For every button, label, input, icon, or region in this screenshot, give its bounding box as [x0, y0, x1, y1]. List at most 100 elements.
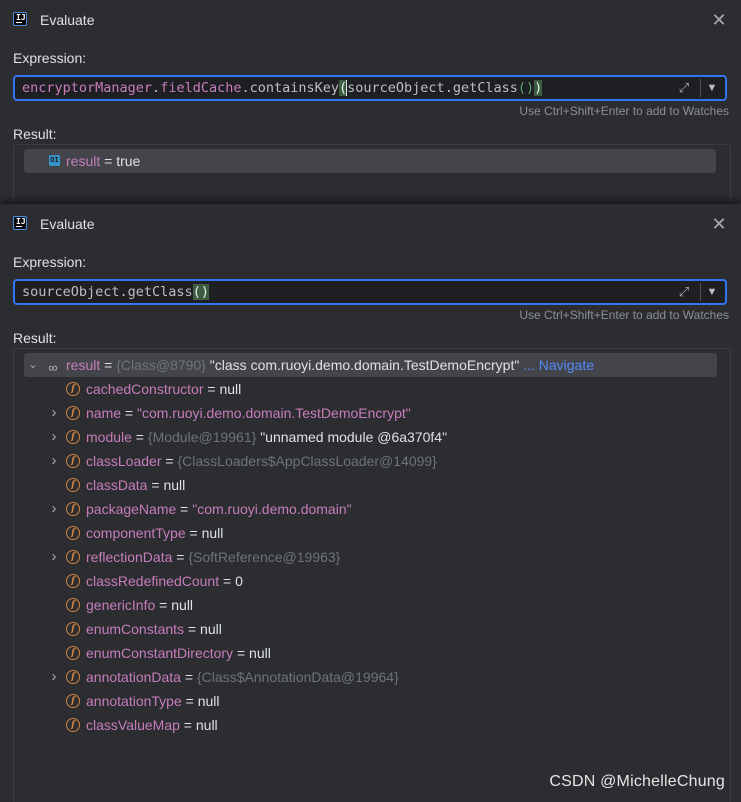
chevron-right-icon[interactable]: ›: [48, 497, 60, 521]
field-icon: f: [66, 406, 80, 420]
history-dropdown-icon[interactable]: ▼: [702, 282, 722, 302]
equals-sign: =: [172, 549, 189, 565]
field-icon: f: [66, 574, 80, 588]
result-tree[interactable]: ⌄ ∞ result = {Class@8790} "class com.ruo…: [13, 348, 731, 802]
equals-sign: =: [161, 453, 178, 469]
field-entry: cachedConstructor = null: [86, 377, 241, 401]
chevron-right-icon[interactable]: ›: [48, 665, 60, 689]
field-icon: f: [66, 550, 80, 564]
field-icon: f: [66, 646, 80, 660]
tree-row-field[interactable]: › f name = "com.ruoyi.demo.domain.TestDemo…: [24, 401, 717, 425]
field-name: componentType: [86, 525, 186, 541]
field-entry: componentType = null: [86, 521, 223, 545]
tree-row-field[interactable]: f classData = null: [24, 473, 717, 497]
close-icon[interactable]: ✕: [709, 214, 729, 234]
chevron-right-icon[interactable]: ›: [48, 425, 60, 449]
field-icon: f: [66, 694, 80, 708]
field-entry: reflectionData = {SoftReference@19963}: [86, 545, 340, 569]
expression-input[interactable]: sourceObject.getClass() ⤢ ▼: [13, 279, 727, 305]
tree-row-field[interactable]: › f packageName = "com.ruoyi.demo.domain": [24, 497, 717, 521]
expression-input[interactable]: encryptorManager.fieldCache.containsKey(…: [13, 75, 727, 101]
expression-label: Expression:: [13, 50, 87, 66]
field-entry: classLoader = {ClassLoaders$AppClassLoad…: [86, 449, 437, 473]
tree-row-result[interactable]: OI result = true: [24, 149, 716, 173]
tree-row-field[interactable]: › f module = {Module@19961} "unnamed modul…: [24, 425, 717, 449]
field-name: classValueMap: [86, 717, 180, 733]
watches-hint: Use Ctrl+Shift+Enter to add to Watches: [519, 308, 729, 322]
field-entry: classRedefinedCount = 0: [86, 569, 243, 593]
watermark: CSDN @MichelleChung: [549, 773, 725, 790]
equals-sign: =: [176, 501, 193, 517]
tree-row-field[interactable]: › f classLoader = {ClassLoaders$AppClassLo…: [24, 449, 717, 473]
dialog-title: Evaluate: [40, 12, 95, 28]
evaluate-dialog-1: IJ Evaluate ✕ Expression: encryptorManag…: [0, 0, 741, 205]
chevron-right-icon[interactable]: ›: [48, 449, 60, 473]
field-name: reflectionData: [86, 549, 173, 565]
title-bar: IJ Evaluate ✕: [0, 204, 741, 246]
intellij-app-icon: IJ: [13, 12, 27, 26]
tree-row-field[interactable]: f componentType = null: [24, 521, 717, 545]
result-tree[interactable]: OI result = true: [13, 144, 731, 205]
field-icon: f: [66, 526, 80, 540]
equals-sign: =: [180, 669, 197, 685]
result-label: Result:: [13, 330, 57, 346]
equals-sign: =: [185, 525, 202, 541]
field-value: "unnamed module @6a370f4": [256, 429, 448, 445]
close-icon[interactable]: ✕: [709, 10, 729, 30]
tree-row-field[interactable]: f annotationType = null: [24, 689, 717, 713]
field-value: null: [171, 597, 194, 613]
field-icon: f: [66, 478, 80, 492]
tree-row-field[interactable]: f classRedefinedCount = 0: [24, 569, 717, 593]
tree-row-field[interactable]: › f reflectionData = {SoftReference@19963}: [24, 545, 717, 569]
chevron-down-icon[interactable]: ⌄: [27, 353, 39, 377]
field-name: cachedConstructor: [86, 381, 204, 397]
field-name: enumConstantDirectory: [86, 645, 234, 661]
watches-hint: Use Ctrl+Shift+Enter to add to Watches: [519, 104, 729, 118]
field-name: module: [86, 429, 132, 445]
expr-token: (): [517, 80, 535, 96]
result-label: Result:: [13, 126, 57, 142]
expr-token: fieldCache: [160, 80, 242, 96]
expr-token: containsKey: [249, 80, 340, 96]
tree-row-result[interactable]: ⌄ ∞ result = {Class@8790} "class com.ruo…: [24, 353, 717, 377]
field-icon: f: [66, 718, 80, 732]
result-entry: result = {Class@8790} "class com.ruoyi.d…: [66, 353, 594, 377]
equals-sign: =: [100, 153, 117, 169]
divider: [700, 283, 701, 301]
navigate-link[interactable]: Navigate: [539, 357, 594, 373]
divider: [700, 79, 701, 97]
field-value: null: [249, 645, 271, 661]
equals-sign: =: [233, 645, 250, 661]
expand-icon[interactable]: ⤢: [674, 282, 694, 302]
equals-sign: =: [181, 693, 198, 709]
tree-row-field[interactable]: f enumConstantDirectory = null: [24, 641, 717, 665]
field-value: "com.ruoyi.demo.domain": [192, 501, 352, 517]
field-value: 0: [235, 573, 243, 589]
tree-row-field[interactable]: f cachedConstructor = null: [24, 377, 717, 401]
field-icon: f: [66, 670, 80, 684]
field-name: annotationType: [86, 693, 182, 709]
field-value: null: [195, 717, 218, 733]
var-name: result: [66, 153, 101, 169]
expr-paren-highlight: (): [192, 284, 209, 300]
tree-row-field[interactable]: › f annotationData = {Class$AnnotationData…: [24, 665, 717, 689]
chevron-right-icon[interactable]: ›: [48, 545, 60, 569]
equals-sign: =: [184, 621, 201, 637]
chevron-right-icon[interactable]: ›: [48, 401, 60, 425]
object-ref: {Module@19961}: [147, 429, 257, 445]
field-icon: f: [66, 382, 80, 396]
history-dropdown-icon[interactable]: ▼: [702, 78, 722, 98]
expr-token: .: [241, 80, 250, 96]
field-name: classLoader: [86, 453, 162, 469]
expression-label: Expression:: [13, 254, 87, 270]
tree-row-field[interactable]: f genericInfo = null: [24, 593, 717, 617]
field-icon: f: [66, 502, 80, 516]
equals-sign: =: [179, 717, 196, 733]
var-name: result: [66, 357, 101, 373]
tree-row-field[interactable]: f classValueMap = null: [24, 713, 717, 737]
expand-icon[interactable]: ⤢: [674, 78, 694, 98]
tree-row-field[interactable]: f enumConstants = null: [24, 617, 717, 641]
expression-text: encryptorManager.fieldCache.containsKey(…: [22, 79, 543, 97]
object-ref: {ClassLoaders$AppClassLoader@14099}: [177, 453, 437, 469]
field-name: genericInfo: [86, 597, 156, 613]
